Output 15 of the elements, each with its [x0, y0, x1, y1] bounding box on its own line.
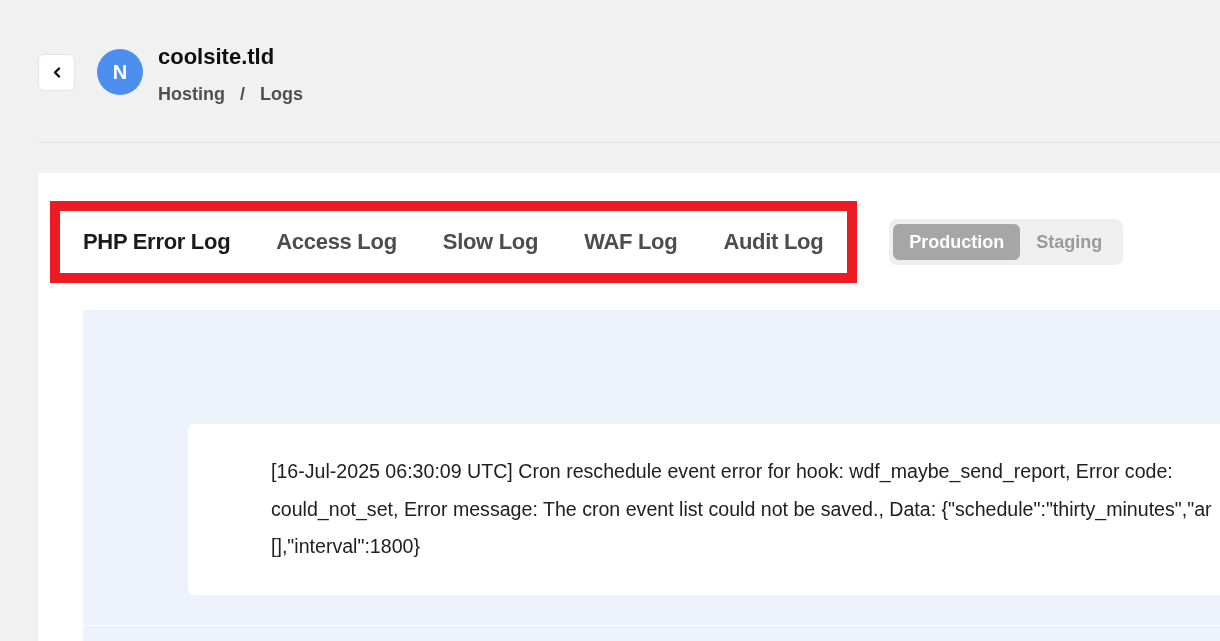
log-tab[interactable]: WAF Log [584, 229, 678, 255]
back-button[interactable] [38, 53, 75, 91]
log-tab[interactable]: Access Log [276, 229, 397, 255]
breadcrumb-item[interactable]: Hosting [158, 83, 225, 105]
chevron-left-icon [52, 66, 61, 78]
log-line: [16-Jul-2025 06:30:09 UTC] Cron reschedule event error for hook: wdf_maybe_send_report, Error code: [271, 459, 1174, 485]
log-line: could_not_set, Error message: The cron event list could not be saved., Data: {"schedule":"thirty_minutes","ar [271, 496, 1213, 523]
breadcrumb-separator: / [240, 83, 245, 105]
log-line: [],"interval":1800} [271, 534, 421, 559]
log-tab[interactable]: Slow Log [442, 229, 539, 255]
breadcrumb-item[interactable]: Logs [260, 83, 303, 105]
log-tab[interactable]: Audit Log [723, 229, 824, 255]
log-tab[interactable]: PHP Error Log [83, 229, 231, 255]
site-title: coolsite.tld [158, 43, 276, 70]
avatar: N [97, 49, 143, 95]
